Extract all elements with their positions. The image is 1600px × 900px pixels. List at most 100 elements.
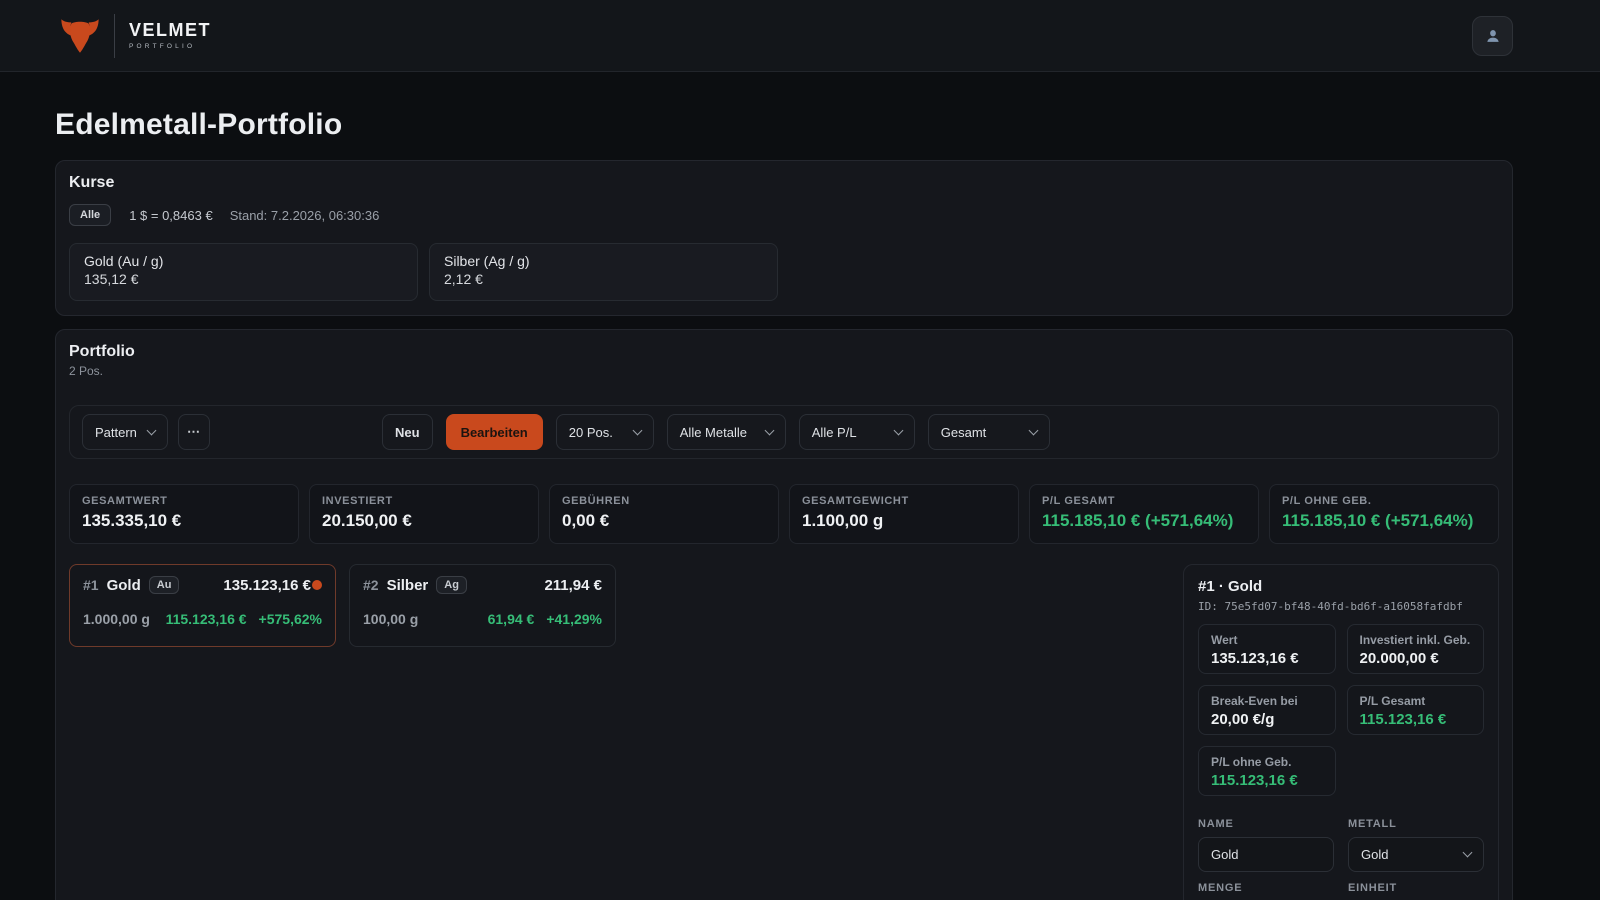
selected-indicator-dot xyxy=(312,580,322,590)
metal-select-value: Gold xyxy=(1361,847,1388,862)
pattern-select[interactable]: Pattern xyxy=(82,414,168,450)
detail-stat-breakeven: Break-Even bei 20,00 €/g xyxy=(1198,685,1336,735)
stat-gesamtwert: GESAMTWERT 135.335,10 € xyxy=(69,484,299,544)
stat-value: 1.100,00 g xyxy=(802,511,1006,531)
name-field-label: NAME xyxy=(1198,818,1334,830)
app-header: VELMET PORTFOLIO xyxy=(0,0,1600,72)
chevron-down-icon xyxy=(632,425,642,435)
kurse-section: Kurse Alle 1 $ = 0,8463 € Stand: 7.2.202… xyxy=(55,160,1513,316)
user-account-button[interactable] xyxy=(1472,16,1513,56)
ellipsis-icon: ⋯ xyxy=(187,424,201,440)
amount-field-label: MENGE xyxy=(1198,882,1334,894)
portfolio-title: Portfolio xyxy=(69,343,1499,361)
stat-label: INVESTIERT xyxy=(322,495,526,507)
metal-filter-value: Alle Metalle xyxy=(680,425,747,440)
scope-select[interactable]: Gesamt xyxy=(928,414,1050,450)
position-weight: 1.000,00 g xyxy=(83,611,150,627)
edit-button[interactable]: Bearbeiten xyxy=(446,414,543,450)
price-label: Silber (Ag / g) xyxy=(444,253,763,269)
price-value: 135,12 € xyxy=(84,271,403,287)
stat-label: GESAMTWERT xyxy=(82,495,286,507)
stat-value: 0,00 € xyxy=(562,511,766,531)
position-card-silver[interactable]: #2 Silber Ag 211,94 € 100,00 g 61,94 € +… xyxy=(349,564,616,647)
user-icon xyxy=(1483,26,1503,46)
brand-text: VELMET PORTFOLIO xyxy=(129,21,211,50)
chevron-down-icon xyxy=(147,425,157,435)
price-card-silver[interactable]: Silber (Ag / g) 2,12 € xyxy=(429,243,778,301)
pl-filter-value: Alle P/L xyxy=(812,425,857,440)
detail-stat-investiert: Investiert inkl. Geb. 20.000,00 € xyxy=(1347,624,1485,674)
detail-stat-wert: Wert 135.123,16 € xyxy=(1198,624,1336,674)
detail-stat-pl-gesamt: P/L Gesamt 115.123,16 € xyxy=(1347,685,1485,735)
metal-select[interactable]: Gold xyxy=(1348,837,1484,872)
detail-stat-label: Break-Even bei xyxy=(1211,694,1323,708)
detail-stat-value: 20.000,00 € xyxy=(1360,650,1472,667)
pattern-select-value: Pattern xyxy=(95,425,137,440)
position-name: Gold xyxy=(107,577,141,594)
position-cards: #1 Gold Au 135.123,16 € 1.000,00 g 115.1… xyxy=(69,564,1171,647)
metal-filter-select[interactable]: Alle Metalle xyxy=(667,414,786,450)
position-pl-percent: +575,62% xyxy=(259,611,322,627)
stat-label: GESAMTGEWICHT xyxy=(802,495,1006,507)
new-position-button[interactable]: Neu xyxy=(382,414,433,450)
more-options-button[interactable]: ⋯ xyxy=(178,414,210,450)
metal-field-label: METALL xyxy=(1348,818,1484,830)
page-title: Edelmetall-Portfolio xyxy=(55,108,1513,142)
position-rank: #1 xyxy=(83,577,99,593)
chevron-down-icon xyxy=(764,425,774,435)
brand-divider xyxy=(114,14,115,58)
stat-value: 135.335,10 € xyxy=(82,511,286,531)
position-pl: 115.123,16 € xyxy=(166,611,247,627)
stat-value: 115.185,10 € (+571,64%) xyxy=(1042,511,1246,531)
position-card-gold[interactable]: #1 Gold Au 135.123,16 € 1.000,00 g 115.1… xyxy=(69,564,336,647)
stat-value: 115.185,10 € (+571,64%) xyxy=(1282,511,1486,531)
fx-rate: 1 $ = 0,8463 € xyxy=(129,208,213,223)
position-weight: 100,00 g xyxy=(363,611,418,627)
detail-stat-label: Investiert inkl. Geb. xyxy=(1360,633,1472,647)
detail-stat-label: P/L Gesamt xyxy=(1360,694,1472,708)
main-content: Edelmetall-Portfolio Kurse Alle 1 $ = 0,… xyxy=(0,72,1600,900)
portfolio-toolbar: Pattern ⋯ Neu Bearbeiten 20 Pos. Alle Me… xyxy=(69,405,1499,459)
brand-name: VELMET xyxy=(129,21,211,39)
price-card-gold[interactable]: Gold (Au / g) 135,12 € xyxy=(69,243,418,301)
detail-stat-value: 115.123,16 € xyxy=(1360,711,1472,728)
chevron-down-icon xyxy=(1463,848,1473,858)
scope-value: Gesamt xyxy=(941,425,987,440)
chevron-down-icon xyxy=(893,425,903,435)
detail-stat-value: 135.123,16 € xyxy=(1211,650,1323,667)
pl-filter-select[interactable]: Alle P/L xyxy=(799,414,915,450)
stat-pl-ohne-geb: P/L OHNE GEB. 115.185,10 € (+571,64%) xyxy=(1269,484,1499,544)
detail-stat-pl-ohne-geb: P/L ohne Geb. 115.123,16 € xyxy=(1198,746,1336,796)
detail-stat-label: Wert xyxy=(1211,633,1323,647)
portfolio-stats: GESAMTWERT 135.335,10 € INVESTIERT 20.15… xyxy=(69,484,1499,544)
position-rank: #2 xyxy=(363,577,379,593)
metal-symbol-badge: Ag xyxy=(436,576,467,594)
stat-label: P/L GESAMT xyxy=(1042,495,1246,507)
price-timestamp: Stand: 7.2.2026, 06:30:36 xyxy=(230,208,380,223)
position-detail-panel: #1 · Gold ID: 75e5fd07-bf48-40fd-bd6f-a1… xyxy=(1183,564,1499,900)
position-name: Silber xyxy=(387,577,429,594)
stat-label: P/L OHNE GEB. xyxy=(1282,495,1486,507)
chevron-down-icon xyxy=(1028,425,1038,435)
stat-gebuehren: GEBÜHREN 0,00 € xyxy=(549,484,779,544)
detail-stat-value: 115.123,16 € xyxy=(1211,772,1323,789)
bull-logo-icon xyxy=(60,18,100,54)
portfolio-position-count: 2 Pos. xyxy=(69,364,1499,378)
position-pl: 61,94 € xyxy=(488,611,535,627)
detail-stat-label: P/L ohne Geb. xyxy=(1211,755,1323,769)
page-size-select[interactable]: 20 Pos. xyxy=(556,414,654,450)
kurse-title: Kurse xyxy=(69,174,1499,192)
stat-value: 20.150,00 € xyxy=(322,511,526,531)
price-label: Gold (Au / g) xyxy=(84,253,403,269)
name-field[interactable] xyxy=(1198,837,1334,872)
detail-stat-value: 20,00 €/g xyxy=(1211,711,1323,728)
position-pl-percent: +41,29% xyxy=(546,611,602,627)
detail-position-id: ID: 75e5fd07-bf48-40fd-bd6f-a16058fafdbf xyxy=(1198,600,1484,613)
stat-pl-gesamt: P/L GESAMT 115.185,10 € (+571,64%) xyxy=(1029,484,1259,544)
stat-gesamtgewicht: GESAMTGEWICHT 1.100,00 g xyxy=(789,484,1019,544)
portfolio-section: Portfolio 2 Pos. Pattern ⋯ Neu Bearbeite… xyxy=(55,329,1513,900)
position-value: 135.123,16 € xyxy=(223,577,311,594)
price-value: 2,12 € xyxy=(444,271,763,287)
kurse-filter-alle-button[interactable]: Alle xyxy=(69,204,111,226)
stat-investiert: INVESTIERT 20.150,00 € xyxy=(309,484,539,544)
